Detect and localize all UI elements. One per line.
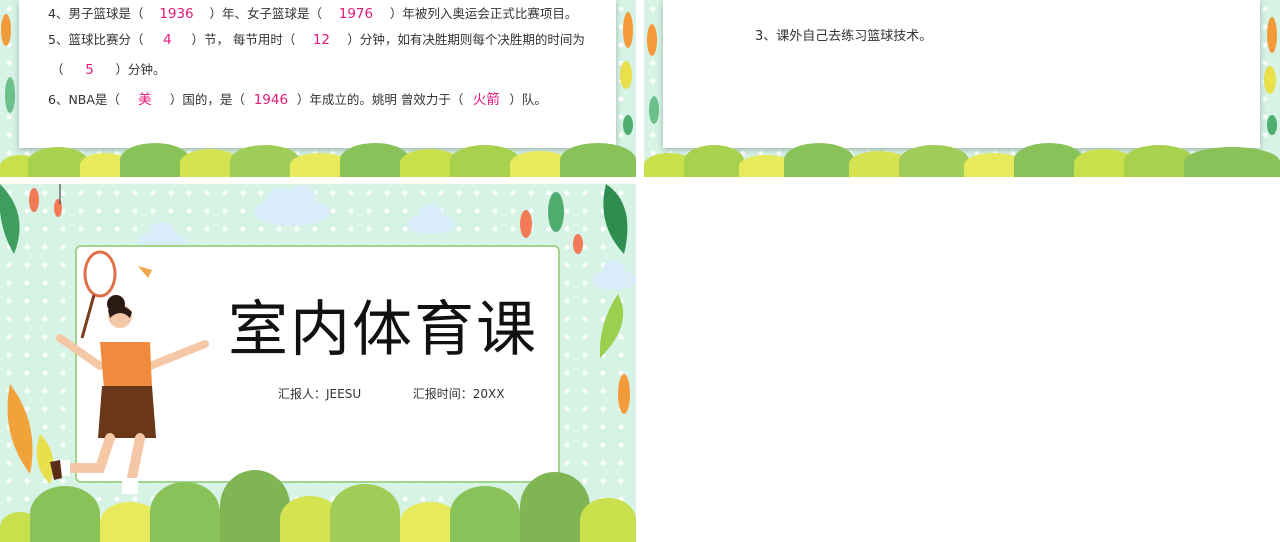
answer-value: 5 [85, 62, 94, 78]
slide-quiz[interactable]: 4、男子篮球是（ 1936 ）年、女子篮球是（ 1976 ）年被列入奥运会正式比… [0, 0, 636, 177]
question-text: ）年、女子篮球是（ [209, 6, 322, 21]
answer-value: 12 [312, 32, 330, 48]
answer-value: 1946 [253, 92, 289, 108]
question-4: 4、男子篮球是（ 1936 ）年、女子篮球是（ 1976 ）年被列入奥运会正式比… [48, 3, 577, 22]
question-5-cont: （ 5 ）分钟。 [51, 62, 166, 78]
answer-value: 1936 [159, 6, 194, 22]
leaf-decoration [647, 24, 659, 124]
leaf-decoration [1, 14, 15, 113]
question-6: 6、NBA是（ 美 ）国的，是（ 1946 ）年成立的。姚明 曾效力于（ 火箭 … [48, 92, 547, 108]
question-text: ）分钟，如有决胜期则每个决胜期的时间为 [347, 32, 585, 47]
answer-value: 4 [163, 32, 172, 48]
question-text: 5、篮球比赛分（ [48, 32, 144, 47]
bush-decoration [644, 139, 1280, 177]
question-text: ）队。 [509, 92, 547, 107]
reporter-label: 汇报人：JEESU [278, 387, 362, 401]
slide-cover[interactable]: 室内体育课 汇报人：JEESU 汇报时间：20XX [0, 184, 636, 542]
homework-item: 3、课外自己去练习篮球技术。 [755, 29, 933, 44]
answer-value: 火箭 [472, 92, 500, 108]
question-text: （ [51, 62, 64, 77]
question-text: 6、NBA是（ [48, 92, 120, 107]
report-time-label: 汇报时间：20XX [412, 387, 505, 401]
question-text: ）年被列入奥运会正式比赛项目。 [389, 6, 578, 21]
question-5: 5、篮球比赛分（ 4 ）节， 每节用时（ 12 ）分钟，如有决胜期则每个决胜期的… [48, 32, 585, 48]
answer-value: 1976 [338, 6, 374, 22]
question-text: ）国的，是（ [169, 92, 245, 107]
slide-homework[interactable]: 3、课外自己去练习篮球技术。 [644, 0, 1280, 177]
answer-value: 美 [138, 92, 152, 108]
cloud-icon [254, 185, 330, 226]
leaf-decoration [620, 12, 633, 135]
leaf-decoration [1264, 17, 1277, 135]
quiz-card: 4、男子篮球是（ 1936 ）年、女子篮球是（ 1976 ）年被列入奥运会正式比… [19, 0, 616, 148]
question-text: ）分钟。 [115, 62, 166, 77]
badminton-player-illustration [50, 250, 209, 494]
cloud-icon [407, 204, 455, 234]
homework-card: 3、课外自己去练习篮球技术。 [663, 0, 1260, 148]
bush-decoration [0, 139, 636, 177]
page-title: 室内体育课 [228, 295, 538, 365]
question-text: 4、男子篮球是（ [48, 6, 144, 21]
question-text: ）节， 每节用时（ [191, 32, 296, 47]
leaf-decoration [599, 294, 630, 414]
bush-decoration [0, 464, 636, 542]
reporter-line: 汇报人：JEESU 汇报时间：20XX [278, 385, 504, 402]
question-text: ）年成立的。姚明 曾效力于（ [296, 92, 464, 107]
